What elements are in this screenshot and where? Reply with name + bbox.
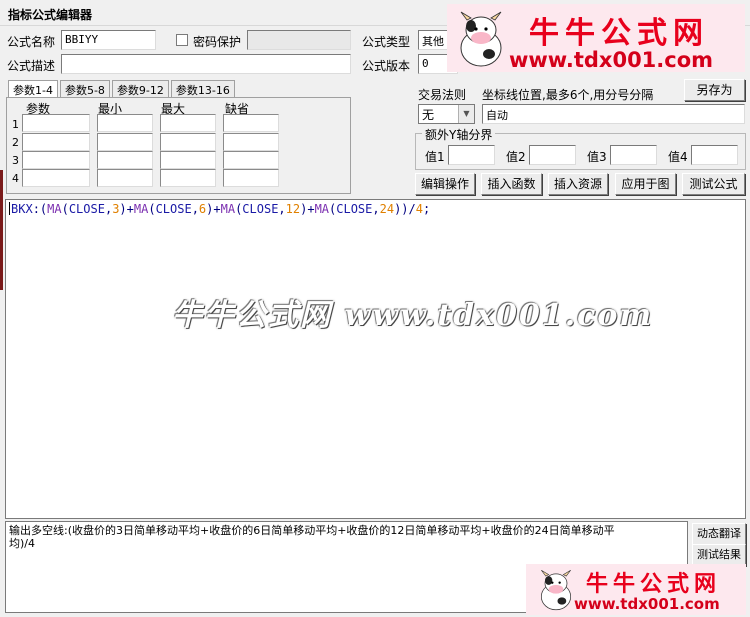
dynamic-translate-button[interactable]: 动态翻译 bbox=[692, 523, 746, 545]
code-editor[interactable]: BKX:(MA(CLOSE,3)+MA(CLOSE,6)+MA(CLOSE,12… bbox=[5, 199, 746, 519]
param-cell[interactable] bbox=[223, 133, 279, 151]
edit-ops-button[interactable]: 编辑操作 bbox=[415, 173, 475, 195]
param-row-num: 2 bbox=[12, 136, 19, 149]
param-cell[interactable] bbox=[160, 114, 216, 132]
test-formula-button[interactable]: 测试公式 bbox=[682, 173, 745, 195]
logo-url-text: www.tdx001.com bbox=[574, 595, 720, 613]
param-cell[interactable] bbox=[97, 133, 153, 151]
password-label: 密码保护 bbox=[193, 35, 242, 49]
trade-rule-value: 无 bbox=[422, 108, 435, 122]
trade-rule-label: 交易法则 bbox=[418, 88, 467, 102]
param-cell[interactable] bbox=[223, 114, 279, 132]
editor-watermark: 牛牛公式网 www.tdx001.com bbox=[172, 298, 654, 333]
insert-resource-button[interactable]: 插入资源 bbox=[548, 173, 608, 195]
background-chart-strip bbox=[0, 170, 3, 290]
insert-function-button[interactable]: 插入函数 bbox=[481, 173, 542, 195]
yaxis-value-3[interactable] bbox=[610, 145, 657, 165]
param-row-num: 4 bbox=[12, 172, 19, 185]
cow-mascot-icon bbox=[460, 11, 502, 67]
yaxis-legend: 额外Y轴分界 bbox=[422, 126, 496, 143]
password-input[interactable] bbox=[247, 30, 351, 50]
site-logo-bottom: 牛牛公式网 www.tdx001.com bbox=[526, 564, 746, 615]
param-cell[interactable] bbox=[97, 114, 153, 132]
trade-rule-select[interactable]: 无 ▼ bbox=[418, 104, 475, 124]
window-title: 指标公式编辑器 bbox=[8, 8, 93, 22]
yaxis-label-3: 值3 bbox=[587, 150, 607, 164]
logo-brand-text: 牛牛公式网 bbox=[586, 572, 722, 597]
test-result-button[interactable]: 测试结果 bbox=[692, 544, 746, 566]
formula-type-label: 公式类型 bbox=[362, 35, 411, 49]
tab-params-5-8[interactable]: 参数5-8 bbox=[59, 80, 110, 98]
formula-name-input[interactable]: BBIYY bbox=[61, 30, 156, 50]
apply-to-chart-button[interactable]: 应用于图 bbox=[615, 173, 676, 195]
yaxis-value-1[interactable] bbox=[448, 145, 495, 165]
param-cell[interactable] bbox=[22, 151, 90, 169]
param-cell[interactable] bbox=[223, 169, 279, 187]
yaxis-label-1: 值1 bbox=[425, 150, 445, 164]
param-row-num: 1 bbox=[12, 118, 19, 131]
param-cell[interactable] bbox=[160, 169, 216, 187]
param-cell[interactable] bbox=[22, 114, 90, 132]
param-cell[interactable] bbox=[22, 169, 90, 187]
chevron-down-icon: ▼ bbox=[458, 105, 474, 123]
yaxis-label-2: 值2 bbox=[506, 150, 526, 164]
param-cell[interactable] bbox=[22, 133, 90, 151]
code-line: BKX:(MA(CLOSE,3)+MA(CLOSE,6)+MA(CLOSE,12… bbox=[9, 202, 431, 216]
param-cell[interactable] bbox=[223, 151, 279, 169]
text-cursor bbox=[9, 202, 10, 215]
axis-position-label: 坐标线位置,最多6个,用分号分隔 bbox=[482, 88, 654, 102]
param-cell[interactable] bbox=[160, 151, 216, 169]
axis-position-input[interactable]: 自动 bbox=[482, 104, 745, 124]
password-checkbox[interactable] bbox=[176, 34, 188, 46]
formula-desc-input[interactable] bbox=[61, 54, 351, 74]
save-as-button[interactable]: 另存为 bbox=[684, 79, 745, 101]
logo-brand-text: 牛牛公式网 bbox=[529, 16, 709, 51]
param-cell[interactable] bbox=[97, 151, 153, 169]
yaxis-label-4: 值4 bbox=[668, 150, 688, 164]
param-row-num: 3 bbox=[12, 154, 19, 167]
site-logo-top: 牛牛公式网 www.tdx001.com bbox=[447, 4, 745, 72]
formula-version-label: 公式版本 bbox=[362, 59, 411, 73]
formula-name-label: 公式名称 bbox=[7, 35, 56, 49]
logo-url-text: www.tdx001.com bbox=[509, 48, 714, 72]
cow-mascot-icon bbox=[540, 569, 572, 611]
param-cell[interactable] bbox=[160, 133, 216, 151]
tab-params-9-12[interactable]: 参数9-12 bbox=[111, 80, 169, 98]
param-cell[interactable] bbox=[97, 169, 153, 187]
yaxis-value-2[interactable] bbox=[529, 145, 576, 165]
yaxis-value-4[interactable] bbox=[691, 145, 738, 165]
param-tabs: 参数1-4 参数5-8 参数9-12 参数13-16 bbox=[8, 80, 237, 99]
formula-desc-label: 公式描述 bbox=[7, 59, 56, 73]
tab-params-13-16[interactable]: 参数13-16 bbox=[170, 80, 235, 98]
